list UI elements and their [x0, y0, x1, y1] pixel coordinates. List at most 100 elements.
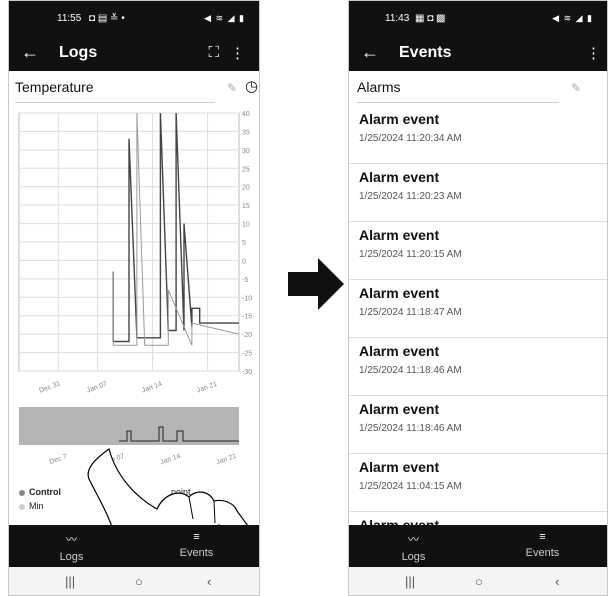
y-tick-label: -25 — [242, 351, 252, 358]
event-timestamp: 1/25/2024 11:18:47 AM — [359, 307, 462, 318]
system-navigation-bar: ||| ○ ‹ — [349, 567, 607, 595]
temperature-chart[interactable]: 40 35 30 25 20 15 10 5 0 -5 -10 -15 -20 -25 -30 Dec 31… — [9, 107, 260, 397]
event-timestamp: 1/25/2024 11:20:34 AM — [359, 133, 462, 144]
event-title: Alarm event — [359, 285, 440, 301]
nav-logs-label: Logs — [401, 551, 426, 563]
event-list-item[interactable]: Alarm event — [349, 511, 607, 525]
clock-icon[interactable]: ◷ — [245, 77, 258, 95]
section-underline — [357, 102, 559, 103]
list-icon: ≡ — [193, 531, 200, 543]
page-title: Events — [399, 44, 452, 61]
y-tick-label: 15 — [242, 203, 250, 210]
nav-events[interactable]: ≡ Events — [134, 525, 259, 567]
x-tick-label: Jan 07 — [86, 381, 108, 395]
more-menu-icon[interactable]: ⋮ — [586, 44, 601, 62]
bottom-navigation: 〰 Logs ≡ Events — [9, 525, 259, 567]
event-list-item[interactable]: Alarm event 1/25/2024 11:18:46 AM — [349, 395, 607, 454]
y-tick-label: 5 — [242, 240, 246, 247]
chart-line-icon: 〰 — [408, 534, 419, 546]
y-tick-label: 25 — [242, 166, 250, 173]
y-tick-label: -20 — [242, 332, 252, 339]
event-list-item[interactable]: Alarm event 1/25/2024 11:18:46 AM — [349, 337, 607, 396]
legend-dot — [19, 489, 25, 496]
pencil-icon[interactable]: ✎ — [227, 81, 237, 95]
event-list-item[interactable]: Alarm event 1/25/2024 11:20:34 AM — [349, 105, 607, 164]
home-button[interactable]: ○ — [475, 574, 483, 589]
event-timestamp: 1/25/2024 11:18:46 AM — [359, 365, 462, 376]
event-title: Alarm event — [359, 111, 440, 127]
home-button[interactable]: ○ — [135, 574, 143, 589]
y-tick-label: 35 — [242, 129, 250, 136]
logs-screen: 11:55 ◘ ▤ ≚ • ◀ ≋ ◢ ▮ ← Logs ⛶ ⋮ Tempera… — [8, 0, 260, 596]
x-tick-label: Jan 21 — [196, 381, 218, 395]
y-tick-label: -30 — [242, 369, 252, 376]
y-tick-label: -10 — [242, 295, 252, 302]
legend-dot — [19, 503, 25, 510]
recents-button[interactable]: ||| — [65, 574, 75, 589]
event-timestamp: 1/25/2024 11:20:15 AM — [359, 249, 462, 260]
notification-icons: ◘ ▤ ≚ • — [89, 13, 125, 24]
event-title: Alarm event — [359, 227, 440, 243]
y-tick-label: 0 — [242, 258, 246, 265]
legend-item-min: Min — [19, 501, 44, 511]
status-time: 11:43 — [385, 13, 410, 24]
status-bar: 11:55 ◘ ▤ ≚ • ◀ ≋ ◢ ▮ — [9, 1, 259, 37]
fullscreen-icon[interactable]: ⛶ — [208, 44, 219, 61]
event-title: Alarm event — [359, 169, 440, 185]
nav-events[interactable]: ≡ Events — [478, 525, 607, 567]
section-underline — [15, 102, 215, 103]
app-bar: ← Events ⋮ — [349, 37, 607, 71]
back-arrow-icon[interactable]: ← — [21, 42, 39, 63]
event-title: Alarm event — [359, 401, 440, 417]
event-timestamp: 1/25/2024 11:04:15 AM — [359, 481, 462, 492]
transition-arrow-icon — [288, 258, 344, 310]
event-timestamp: 1/25/2024 11:18:46 AM — [359, 423, 462, 434]
nav-logs[interactable]: 〰 Logs — [349, 525, 478, 567]
app-bar: ← Logs ⛶ ⋮ — [9, 37, 259, 71]
y-tick-label: -15 — [242, 314, 252, 321]
back-button[interactable]: ‹ — [555, 574, 559, 589]
event-list-item[interactable]: Alarm event 1/25/2024 11:18:47 AM — [349, 279, 607, 338]
chart-line-icon: 〰 — [66, 534, 77, 546]
system-status-icons: ◀ ≋ ◢ ▮ — [552, 13, 593, 23]
overview-tick-label: Dec 7 — [49, 453, 69, 466]
event-title: Alarm event — [359, 343, 440, 359]
x-tick-label: Jan 14 — [141, 381, 163, 395]
events-screen: 11:43 ▦ ◘ ▩ ◀ ≋ ◢ ▮ ← Events ⋮ Alarms ✎ … — [348, 0, 608, 596]
nav-events-label: Events — [179, 547, 214, 559]
event-list-item[interactable]: Alarm event 1/25/2024 11:20:23 AM — [349, 163, 607, 222]
y-tick-label: 10 — [242, 222, 250, 229]
system-navigation-bar: ||| ○ ‹ — [9, 567, 259, 595]
event-list: Alarm event 1/25/2024 11:20:34 AM Alarm ev… — [349, 105, 607, 525]
page-title: Logs — [59, 44, 98, 61]
event-list-item[interactable]: Alarm event 1/25/2024 11:20:15 AM — [349, 221, 607, 280]
more-menu-icon[interactable]: ⋮ — [230, 44, 245, 62]
back-button[interactable]: ‹ — [207, 574, 211, 589]
nav-events-label: Events — [525, 547, 560, 559]
system-status-icons: ◀ ≋ ◢ ▮ — [204, 13, 245, 23]
event-title: Alarm event — [359, 517, 440, 525]
notification-icons: ▦ ◘ ▩ — [415, 13, 446, 24]
event-timestamp: 1/25/2024 11:20:23 AM — [359, 191, 462, 202]
x-axis-labels: Dec 31 Jan 07 Jan 14 Jan 21 — [38, 380, 218, 394]
legend-item-control: Control — [19, 487, 61, 497]
chart-series — [112, 112, 240, 346]
pencil-icon[interactable]: ✎ — [571, 81, 581, 95]
y-tick-label: 30 — [242, 148, 250, 155]
back-arrow-icon[interactable]: ← — [361, 42, 379, 63]
nav-logs[interactable]: 〰 Logs — [9, 525, 134, 567]
nav-logs-label: Logs — [59, 551, 84, 563]
x-tick-label: Dec 31 — [38, 380, 61, 394]
status-time: 11:55 — [57, 13, 82, 24]
section-title: Temperature — [15, 79, 94, 95]
bottom-navigation: 〰 Logs ≡ Events — [349, 525, 607, 567]
y-axis-labels: 40 35 30 25 20 15 10 5 0 -5 -10 -15 -20 -25 -30 — [242, 111, 252, 376]
section-title: Alarms — [357, 79, 401, 95]
y-tick-label: 40 — [242, 111, 250, 118]
event-title: Alarm event — [359, 459, 440, 475]
y-tick-label: -5 — [242, 277, 248, 284]
list-icon: ≡ — [539, 531, 546, 543]
recents-button[interactable]: ||| — [405, 574, 415, 589]
y-tick-label: 20 — [242, 185, 250, 192]
event-list-item[interactable]: Alarm event 1/25/2024 11:04:15 AM — [349, 453, 607, 512]
